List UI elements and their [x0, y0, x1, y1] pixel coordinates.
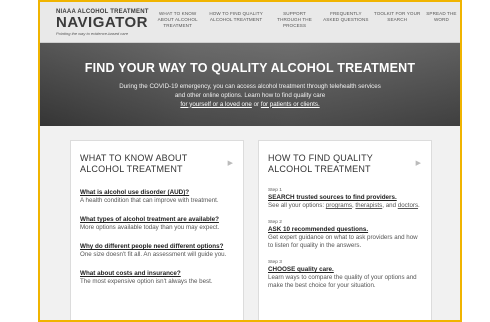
- therapists-link[interactable]: therapists: [355, 202, 382, 209]
- nav-spread-word[interactable]: SPREAD THE WORD: [423, 11, 460, 29]
- step-number: Step 2: [268, 220, 282, 225]
- card-how-to-find: HOW TO FIND QUALITY ALCOHOL TREATMENT ▶ …: [258, 140, 432, 320]
- steps-list: Step 1 SEARCH trusted sources to find pr…: [268, 187, 422, 290]
- doctors-link[interactable]: doctors: [398, 202, 418, 209]
- step-title-link[interactable]: ASK 10 recommended questions.: [268, 226, 422, 234]
- content-area: WHAT TO KNOW ABOUT ALCOHOL TREATMENT ▶ W…: [40, 126, 460, 320]
- step-description: Learn ways to compare the quality of you…: [268, 274, 417, 289]
- nav-links: WHAT TO KNOW ABOUT ALCOHOL TREATMENT HOW…: [152, 2, 460, 29]
- card-title-what-to-know[interactable]: WHAT TO KNOW ABOUT ALCOHOL TREATMENT: [80, 153, 210, 175]
- question-link[interactable]: What types of alcohol treatment are avai…: [80, 216, 234, 224]
- question-link[interactable]: What about costs and insurance?: [80, 270, 234, 278]
- nav-toolkit[interactable]: TOOLKIT FOR YOUR SEARCH: [372, 11, 423, 29]
- answer-text: The most expensive option isn't always t…: [80, 278, 213, 285]
- nav-faq[interactable]: FREQUENTLY ASKED QUESTIONS: [320, 11, 371, 29]
- logo-line2: NAVIGATOR: [56, 14, 149, 31]
- hero-or: or: [253, 100, 260, 108]
- answer-text: One size doesn't fit all. An assessment …: [80, 251, 227, 258]
- card-title-how-to-find[interactable]: HOW TO FIND QUALITY ALCOHOL TREATMENT: [268, 153, 398, 175]
- separator: , and: [382, 202, 397, 209]
- list-item: What is alcohol use disorder (AUD)? A he…: [80, 189, 234, 205]
- list-item: What types of alcohol treatment are avai…: [80, 216, 234, 232]
- hero-body-text: During the COVID-19 emergency, you can a…: [119, 83, 381, 99]
- answer-text: A health condition that can improve with…: [80, 197, 219, 204]
- answer-text: More options available today than you ma…: [80, 224, 220, 231]
- question-link[interactable]: Why do different people need different o…: [80, 243, 234, 251]
- top-navigation: NIAAA ALCOHOL TREATMENT NAVIGATOR Pointi…: [40, 2, 460, 43]
- browser-frame: NIAAA ALCOHOL TREATMENT NAVIGATOR Pointi…: [38, 0, 462, 322]
- list-item: Why do different people need different o…: [80, 243, 234, 259]
- hero-link-patients[interactable]: for patients or clients.: [261, 101, 320, 108]
- chevron-right-icon[interactable]: ▶: [228, 159, 233, 167]
- nav-what-to-know[interactable]: WHAT TO KNOW ABOUT ALCOHOL TREATMENT: [152, 11, 203, 29]
- step-item: Step 2 ASK 10 recommended questions. Get…: [268, 219, 422, 250]
- step-description: Get expert guidance on what to ask provi…: [268, 234, 418, 249]
- logo-tagline: Pointing the way to evidence-based care: [56, 31, 129, 36]
- nav-how-to-find[interactable]: HOW TO FIND QUALITY ALCOHOL TREATMENT: [203, 11, 269, 29]
- question-link[interactable]: What is alcohol use disorder (AUD)?: [80, 189, 234, 197]
- site-logo[interactable]: NIAAA ALCOHOL TREATMENT NAVIGATOR Pointi…: [40, 2, 152, 36]
- step-description: See all your options: programs, therapis…: [268, 202, 422, 210]
- separator: ,: [351, 202, 354, 209]
- step-title-link[interactable]: CHOOSE quality care.: [268, 266, 422, 274]
- step-item: Step 3 CHOOSE quality care. Learn ways t…: [268, 259, 422, 290]
- period: .: [418, 202, 420, 209]
- hero-title: FIND YOUR WAY TO QUALITY ALCOHOL TREATME…: [84, 61, 416, 75]
- chevron-right-icon[interactable]: ▶: [416, 159, 421, 167]
- hero-body: During the COVID-19 emergency, you can a…: [115, 83, 385, 109]
- step-desc-text: See all your options:: [268, 202, 325, 209]
- step-number: Step 1: [268, 188, 282, 193]
- hero-banner: FIND YOUR WAY TO QUALITY ALCOHOL TREATME…: [40, 43, 460, 126]
- hero-link-self[interactable]: for yourself or a loved one: [180, 101, 252, 108]
- step-title-link[interactable]: SEARCH trusted sources to find providers…: [268, 194, 422, 202]
- list-item: What about costs and insurance? The most…: [80, 270, 234, 286]
- card-what-to-know: WHAT TO KNOW ABOUT ALCOHOL TREATMENT ▶ W…: [70, 140, 244, 320]
- step-number: Step 3: [268, 260, 282, 265]
- programs-link[interactable]: programs: [326, 202, 352, 209]
- nav-support[interactable]: SUPPORT THROUGH THE PROCESS: [269, 11, 320, 29]
- step-item: Step 1 SEARCH trusted sources to find pr…: [268, 187, 422, 210]
